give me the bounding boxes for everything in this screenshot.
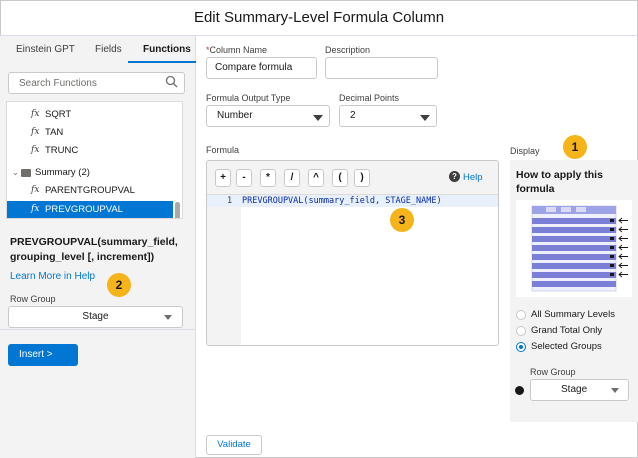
functions-panel: Einstein GPT Fields Functions fx SQRT fx… [0, 36, 196, 458]
formula-label: Formula [206, 145, 240, 155]
callout-badge-1: 1 [563, 135, 587, 159]
function-icon: fx [31, 185, 40, 195]
open-paren-button[interactable]: ( [332, 169, 348, 187]
function-icon: fx [31, 109, 40, 119]
function-label: PARENTGROUPVAL [45, 185, 135, 196]
radio-button[interactable] [516, 310, 526, 320]
operator-toolbar: + - * / ^ ( ) ? Help [207, 161, 498, 195]
function-icon: fx [31, 204, 40, 214]
line-number: 1 [227, 196, 233, 206]
function-label: SQRT [45, 109, 72, 120]
learn-more-link[interactable]: Learn More in Help [10, 271, 95, 282]
folder-icon [21, 169, 31, 177]
search-icon [165, 75, 178, 88]
chevron-down-icon [420, 115, 430, 121]
active-tab-indicator [128, 61, 196, 63]
row-group-value: Stage [82, 311, 109, 322]
line-gutter [207, 195, 241, 345]
insert-button[interactable]: Insert > [8, 344, 78, 366]
output-type-select[interactable]: Number [206, 105, 330, 127]
radio-label: All Summary Levels [531, 309, 615, 320]
multiply-button[interactable]: * [260, 169, 276, 187]
help-icon[interactable]: ? [449, 171, 460, 182]
chevron-down-icon: ⌄ [12, 168, 19, 177]
description-label: Description [325, 45, 371, 55]
decimal-points-select[interactable]: 2 [339, 105, 437, 127]
divide-button[interactable]: / [284, 169, 300, 187]
minus-button[interactable]: - [236, 169, 252, 187]
display-heading: How to apply this formula [516, 169, 603, 195]
power-button[interactable]: ^ [308, 169, 324, 187]
function-item-trunc[interactable]: fx TRUNC [7, 142, 173, 159]
panel-tabs: Einstein GPT Fields Functions [0, 36, 196, 66]
folder-summary[interactable]: ⌄ Summary (2) [7, 164, 173, 181]
function-item-sqrt[interactable]: fx SQRT [7, 106, 173, 123]
divider [0, 329, 196, 330]
chevron-down-icon [611, 388, 619, 393]
folder-label: Summary (2) [35, 167, 90, 178]
list-scrollbar[interactable] [175, 202, 180, 218]
function-icon: fx [31, 127, 40, 137]
output-type-value: Number [217, 110, 253, 121]
function-label: TAN [45, 127, 64, 138]
function-icon: fx [31, 145, 40, 155]
tab-einstein-gpt[interactable]: Einstein GPT [16, 36, 75, 66]
callout-badge-2: 2 [107, 273, 131, 297]
function-list: fx SQRT fx TAN fx TRUNC ⌄ Summary (2) fx… [6, 101, 183, 219]
search-functions-input[interactable] [8, 72, 185, 94]
column-name-label: *Column Name [206, 45, 268, 55]
radio-button[interactable] [516, 342, 526, 352]
row-group-value: Stage [561, 384, 588, 395]
function-label: PREVGROUPVAL [45, 204, 123, 215]
summary-level-illustration [516, 200, 632, 297]
callout-badge-3: 3 [390, 208, 414, 232]
row-group-select[interactable]: Stage [8, 306, 183, 328]
function-signature: PREVGROUPVAL(summary_field, grouping_lev… [10, 236, 178, 263]
display-row-group-select[interactable]: Stage [530, 379, 629, 401]
summary-rows-illustration [531, 205, 628, 292]
tab-fields[interactable]: Fields [95, 36, 122, 66]
function-item-tan[interactable]: fx TAN [7, 124, 173, 141]
chevron-down-icon [313, 115, 323, 121]
description-input[interactable] [325, 57, 438, 79]
output-type-label: Formula Output Type [206, 93, 291, 103]
chevron-down-icon [164, 315, 172, 320]
radio-label: Grand Total Only [531, 325, 603, 336]
function-item-parentgroupval[interactable]: fx PARENTGROUPVAL [7, 182, 173, 199]
formula-code[interactable]: PREVGROUPVAL(summary_field, STAGE_NAME) [242, 196, 442, 206]
close-paren-button[interactable]: ) [354, 169, 370, 187]
help-link[interactable]: Help [463, 172, 483, 183]
level-icon [515, 386, 524, 395]
function-label: TRUNC [45, 145, 79, 156]
plus-button[interactable]: + [215, 169, 231, 187]
validate-button[interactable]: Validate [206, 435, 262, 455]
formula-editor[interactable]: + - * / ^ ( ) ? Help 1 PREVGROUPVAL(summ… [206, 160, 499, 346]
display-panel: How to apply this formula All Summary Le… [510, 160, 638, 422]
function-item-prevgroupval[interactable]: fx PREVGROUPVAL [7, 201, 173, 218]
display-label: Display [510, 146, 540, 156]
modal-title: Edit Summary-Level Formula Column [0, 0, 638, 36]
row-group-label: Row Group [10, 294, 56, 304]
decimal-points-value: 2 [350, 110, 356, 121]
column-name-input[interactable]: Compare formula [206, 57, 317, 79]
radio-button[interactable] [516, 326, 526, 336]
row-group-label: Row Group [530, 367, 576, 377]
radio-label: Selected Groups [531, 341, 602, 352]
decimal-points-label: Decimal Points [339, 93, 400, 103]
